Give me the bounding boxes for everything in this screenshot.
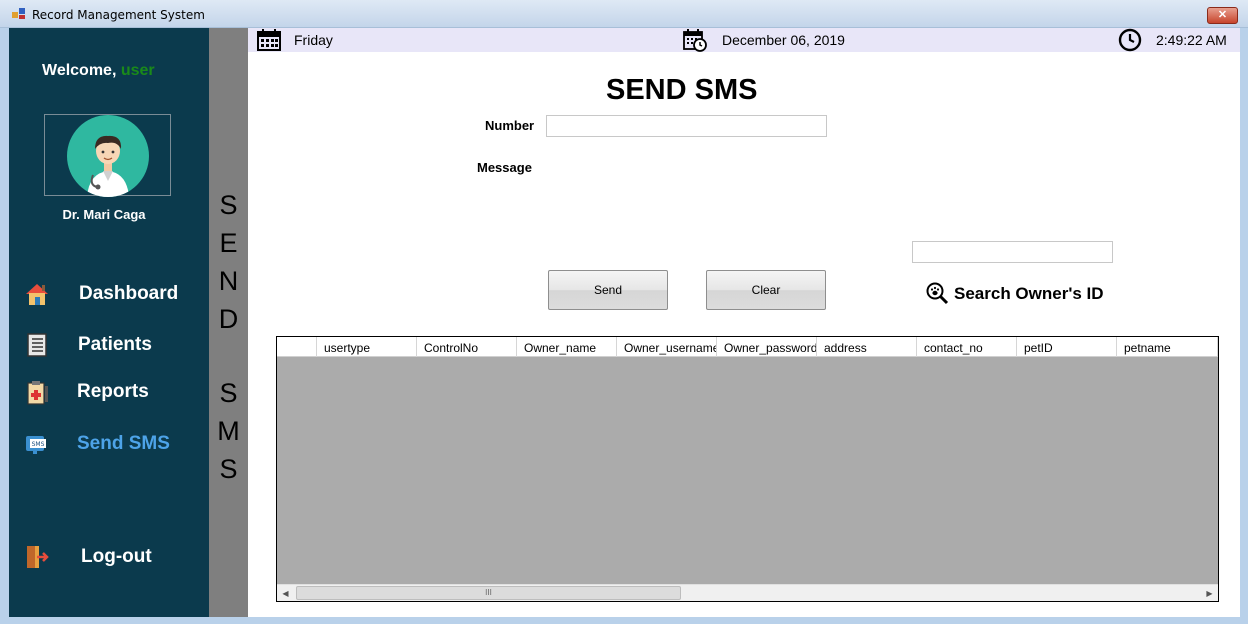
- calendar-icon: [257, 29, 281, 51]
- app-icon: [12, 8, 25, 19]
- column-header[interactable]: address: [817, 337, 917, 357]
- vertical-letter: S: [219, 378, 238, 408]
- number-field[interactable]: [546, 115, 827, 137]
- scroll-thumb[interactable]: III: [296, 586, 681, 600]
- column-header[interactable]: Owner_password: [717, 337, 817, 357]
- vertical-title-strip: S E N D S M S: [209, 28, 248, 617]
- column-header[interactable]: usertype: [317, 337, 417, 357]
- scroll-right-icon[interactable]: ▶: [1201, 585, 1218, 602]
- day-text: Friday: [294, 32, 333, 48]
- vertical-letter: S: [219, 190, 238, 220]
- vertical-letter: S: [219, 454, 238, 484]
- column-header[interactable]: Owner_name: [517, 337, 617, 357]
- clock-icon: [1118, 28, 1142, 52]
- send-sms-panel: SEND SMS Number Message Send Clear Searc…: [248, 52, 1240, 617]
- sidebar-item-label: Patients: [78, 334, 152, 355]
- welcome-prefix: Welcome,: [42, 62, 117, 79]
- clear-button[interactable]: Clear: [706, 270, 826, 310]
- page-title: SEND SMS: [606, 74, 758, 106]
- welcome-user: user: [120, 62, 155, 79]
- column-header[interactable]: petname: [1117, 337, 1218, 357]
- sidebar: Welcome, user Dr. Mari Caga Dashboard Pa…: [9, 28, 209, 617]
- vertical-letter: D: [218, 304, 239, 334]
- vertical-letter: E: [219, 228, 238, 258]
- sidebar-item-label: Log-out: [81, 546, 152, 567]
- column-header[interactable]: ControlNo: [417, 337, 517, 357]
- horizontal-scrollbar[interactable]: ◀ III ▶: [277, 584, 1218, 601]
- time-text: 2:49:22 AM: [1156, 32, 1227, 48]
- sidebar-item-label: Dashboard: [79, 283, 179, 304]
- sidebar-item-reports[interactable]: Reports: [9, 376, 209, 408]
- number-label: Number: [485, 118, 535, 133]
- search-paw-icon[interactable]: [925, 281, 949, 305]
- search-owner-input[interactable]: [912, 241, 1113, 263]
- doctor-avatar-icon: [67, 115, 149, 197]
- send-button[interactable]: Send: [548, 270, 668, 310]
- close-button[interactable]: ✕: [1207, 7, 1238, 24]
- home-icon: [26, 284, 48, 305]
- column-header[interactable]: Owner_username: [617, 337, 717, 357]
- sidebar-item-patients[interactable]: Patients: [9, 329, 209, 361]
- row-header-corner: [277, 337, 317, 357]
- message-label: Message: [477, 160, 532, 175]
- vertical-letter: N: [218, 266, 239, 296]
- table-header: usertype ControlNo Owner_name Owner_user…: [277, 337, 1218, 357]
- window-title: Record Management System: [32, 8, 205, 22]
- sidebar-item-logout[interactable]: Log-out: [9, 541, 209, 573]
- date-text: December 06, 2019: [722, 32, 845, 48]
- column-header[interactable]: contact_no: [917, 337, 1017, 357]
- app-window: Record Management System ✕ Welcome, user: [0, 0, 1248, 624]
- sidebar-item-send-sms[interactable]: SMS Send SMS: [9, 428, 209, 460]
- svg-text:SMS: SMS: [32, 441, 45, 448]
- sidebar-item-dashboard[interactable]: Dashboard: [9, 278, 209, 310]
- sidebar-item-label: Send SMS: [77, 433, 170, 454]
- vertical-letter: M: [217, 416, 240, 446]
- date-time-bar: Friday December 06, 2019 2:49:22 AM: [248, 28, 1240, 52]
- search-owner-label: Search Owner's ID: [954, 284, 1104, 303]
- owners-table[interactable]: usertype ControlNo Owner_name Owner_user…: [276, 336, 1219, 602]
- clipboard-icon: [27, 381, 48, 405]
- sms-icon: SMS: [26, 436, 46, 454]
- title-bar: Record Management System ✕: [0, 0, 1248, 28]
- avatar: [44, 114, 171, 197]
- column-header[interactable]: petID: [1017, 337, 1117, 357]
- logout-icon: [27, 546, 49, 568]
- list-icon: [27, 333, 47, 357]
- doctor-name: Dr. Mari Caga: [62, 207, 146, 222]
- calendar-clock-icon: [683, 29, 707, 52]
- scroll-left-icon[interactable]: ◀: [277, 585, 294, 602]
- sidebar-item-label: Reports: [77, 381, 149, 402]
- welcome-text: Welcome, user: [42, 62, 155, 80]
